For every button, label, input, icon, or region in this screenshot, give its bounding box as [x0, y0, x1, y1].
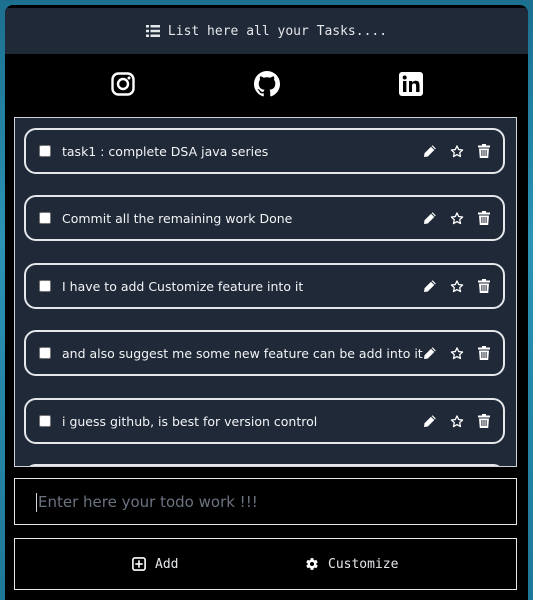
task-checkbox[interactable] — [39, 145, 51, 157]
add-button[interactable]: Add — [132, 539, 178, 589]
edit-icon[interactable] — [423, 279, 437, 293]
task-text: I have to add Customize feature into it — [62, 278, 304, 294]
customize-button[interactable]: Customize — [305, 539, 398, 589]
trash-icon[interactable] — [477, 211, 491, 225]
text-caret — [36, 493, 37, 512]
add-label: Add — [155, 556, 179, 572]
linkedin-icon[interactable] — [398, 71, 424, 97]
social-links — [5, 71, 528, 111]
trash-icon[interactable] — [477, 414, 491, 428]
task-item: i guess github, is best for version cont… — [24, 398, 505, 444]
task-item: and also suggest me some new feature can… — [24, 330, 505, 376]
github-icon[interactable] — [254, 71, 280, 97]
task-list[interactable]: task1 : complete DSA java series Commit … — [14, 117, 517, 467]
header-bar: List here all your Tasks.... — [5, 8, 528, 54]
task-checkbox[interactable] — [39, 212, 51, 224]
todo-input[interactable] — [15, 479, 516, 524]
task-item: I have to add Customize feature into it — [24, 263, 505, 309]
task-item: Commit all the remaining work Done — [24, 195, 505, 241]
edit-icon[interactable] — [423, 211, 437, 225]
task-text: Commit all the remaining work Done — [62, 210, 293, 226]
task-checkbox[interactable] — [39, 347, 51, 359]
edit-icon[interactable] — [423, 414, 437, 428]
trash-icon[interactable] — [477, 346, 491, 360]
gear-icon — [305, 557, 319, 571]
trash-icon[interactable] — [477, 279, 491, 293]
edit-icon[interactable] — [423, 144, 437, 158]
star-icon[interactable] — [450, 279, 464, 293]
star-icon[interactable] — [450, 144, 464, 158]
trash-icon[interactable] — [477, 144, 491, 158]
task-text: and also suggest me some new feature can… — [62, 345, 423, 361]
task-checkbox[interactable] — [39, 415, 51, 427]
edit-icon[interactable] — [423, 346, 437, 360]
header-title: List here all your Tasks.... — [167, 23, 388, 39]
list-icon — [145, 25, 160, 37]
action-bar: Add Customize — [14, 538, 517, 590]
star-icon[interactable] — [450, 414, 464, 428]
todo-popup: List here all your Tasks.... task1: com… — [5, 5, 528, 600]
customize-label: Customize — [328, 556, 399, 572]
instagram-icon[interactable] — [110, 71, 136, 97]
task-item-partial — [24, 464, 505, 466]
star-icon[interactable] — [450, 211, 464, 225]
plus-square-icon — [132, 557, 146, 571]
task-checkbox[interactable] — [39, 280, 51, 292]
task-text: i guess github, is best for version cont… — [62, 413, 318, 429]
task-text: task1 : complete DSA java series — [62, 143, 269, 159]
star-icon[interactable] — [450, 346, 464, 360]
task-item: task1 : complete DSA java series — [24, 128, 505, 174]
todo-input-container — [14, 478, 517, 525]
